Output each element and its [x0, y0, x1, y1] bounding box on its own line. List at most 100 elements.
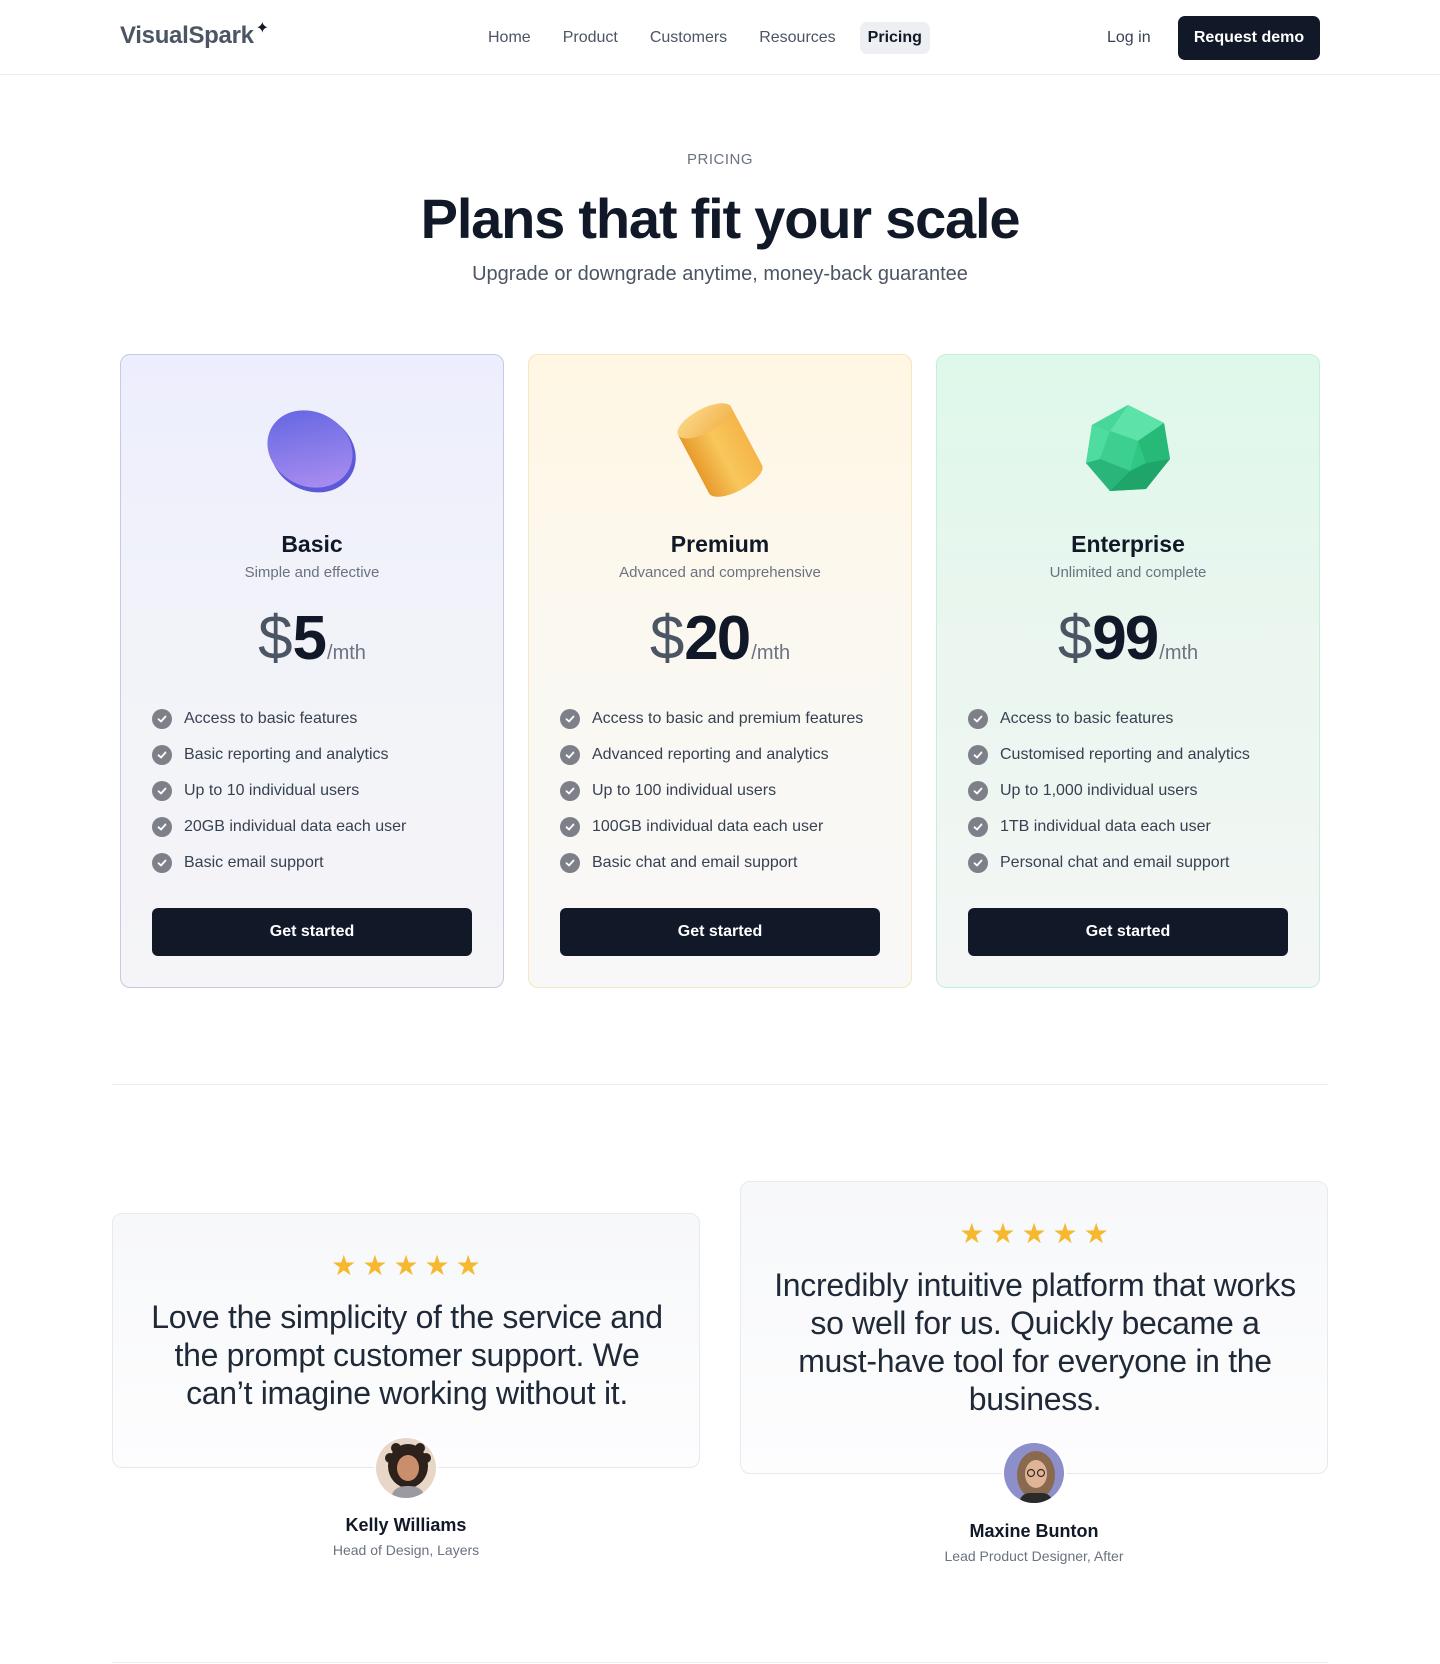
price-amount: 99 [1092, 604, 1159, 673]
login-link[interactable]: Log in [1107, 29, 1151, 47]
check-icon [152, 853, 172, 873]
get-started-button-enterprise[interactable]: Get started [968, 908, 1288, 956]
feature-item: 20GB individual data each user [152, 809, 406, 845]
feature-text: Access to basic features [1000, 710, 1174, 727]
price-period: /mth [327, 642, 366, 664]
get-started-button-premium[interactable]: Get started [560, 908, 880, 956]
plan-card-basic: Basic Simple and effective $ 5 /mth Acce… [120, 354, 504, 988]
section-divider [112, 1084, 1328, 1085]
testimonial-author-name: Kelly Williams [345, 1515, 467, 1535]
nav-links: Home Product Customers Resources Pricing [480, 22, 930, 54]
check-icon [560, 745, 580, 765]
feature-item: Up to 100 individual users [560, 773, 863, 809]
star-icon: ★ [959, 1218, 985, 1249]
page-title: Plans that fit your scale [420, 187, 1021, 250]
check-icon [560, 817, 580, 837]
feature-text: 100GB individual data each user [592, 818, 824, 835]
plan-price: $ 5 /mth [121, 603, 503, 674]
plan-name: Enterprise [1071, 531, 1185, 557]
feature-text: Basic reporting and analytics [184, 746, 389, 763]
star-icon: ★ [455, 1250, 481, 1281]
star-icon: ★ [331, 1250, 357, 1281]
avatar [1002, 1441, 1066, 1505]
feature-item: Access to basic features [152, 701, 406, 737]
feature-text: Customised reporting and analytics [1000, 746, 1250, 763]
star-icon: ★ [362, 1250, 388, 1281]
testimonial-card: ★ ★ ★ ★ ★ Incredibly intuitive platform … [740, 1181, 1328, 1474]
feature-item: Access to basic features [968, 701, 1250, 737]
check-icon [968, 781, 988, 801]
plan-tagline: Advanced and comprehensive [619, 564, 821, 581]
price-period: /mth [1159, 642, 1199, 664]
rating-stars: ★ ★ ★ ★ ★ [741, 1220, 1327, 1248]
logo-text: VisualSpark [120, 22, 254, 49]
testimonial-card: ★ ★ ★ ★ ★ Love the simplicity of the ser… [112, 1213, 700, 1468]
nav-link-pricing[interactable]: Pricing [859, 22, 930, 54]
plan-price: $ 99 /mth [937, 603, 1319, 674]
feature-text: 1TB individual data each user [1000, 818, 1211, 835]
check-icon [968, 817, 988, 837]
check-icon [152, 781, 172, 801]
rating-stars: ★ ★ ★ ★ ★ [113, 1252, 699, 1280]
check-icon [560, 709, 580, 729]
feature-item: Advanced reporting and analytics [560, 737, 863, 773]
price-currency: $ [649, 604, 685, 673]
disc-icon [264, 405, 360, 500]
feature-item: Basic email support [152, 845, 406, 881]
feature-text: Access to basic and premium features [592, 710, 864, 727]
nav-link-resources[interactable]: Resources [751, 22, 843, 54]
plan-name: Premium [670, 531, 770, 557]
feature-list: Access to basic and premium features Adv… [560, 701, 863, 881]
feature-text: Basic chat and email support [592, 854, 798, 871]
star-icon: ★ [1083, 1218, 1109, 1249]
check-icon [968, 745, 988, 765]
plan-tagline: Unlimited and complete [1049, 564, 1207, 581]
plan-price: $ 20 /mth [529, 603, 911, 674]
request-demo-button[interactable]: Request demo [1178, 16, 1320, 60]
feature-item: 1TB individual data each user [968, 809, 1250, 845]
check-icon [560, 781, 580, 801]
feature-item: 100GB individual data each user [560, 809, 863, 845]
feature-text: Up to 100 individual users [592, 782, 777, 799]
logo[interactable]: VisualSpark ✦ [120, 20, 269, 50]
gem-icon [1080, 401, 1176, 502]
feature-text: Access to basic features [184, 710, 358, 727]
avatar [374, 1436, 438, 1500]
nav-link-product[interactable]: Product [555, 22, 626, 54]
plan-card-enterprise: Enterprise Unlimited and complete $ 99 /… [936, 354, 1320, 988]
feature-item: Customised reporting and analytics [968, 737, 1250, 773]
feature-item: Access to basic and premium features [560, 701, 863, 737]
check-icon [560, 853, 580, 873]
star-icon: ★ [990, 1218, 1016, 1249]
nav-link-home[interactable]: Home [480, 22, 539, 54]
check-icon [152, 745, 172, 765]
check-icon [152, 709, 172, 729]
plan-tagline: Simple and effective [244, 564, 380, 581]
feature-text: Advanced reporting and analytics [592, 746, 829, 763]
section-eyebrow: PRICING [686, 151, 753, 168]
feature-list: Access to basic features Basic reporting… [152, 701, 406, 881]
feature-item: Basic reporting and analytics [152, 737, 406, 773]
feature-text: Basic email support [184, 854, 324, 871]
check-icon [152, 817, 172, 837]
price-amount: 5 [292, 604, 328, 673]
star-icon: ★ [1021, 1218, 1047, 1249]
plan-card-premium: Premium Advanced and comprehensive $ 20 … [528, 354, 912, 988]
testimonial-author-role: Head of Design, Layers [332, 1542, 480, 1558]
testimonial-author-role: Lead Product Designer, After [944, 1548, 1124, 1564]
section-divider [112, 1662, 1328, 1663]
price-currency: $ [1057, 604, 1093, 673]
top-navigation: VisualSpark ✦ Home Product Customers Reso… [0, 0, 1440, 75]
feature-text: 20GB individual data each user [184, 818, 407, 835]
sparkle-icon: ✦ [255, 20, 269, 37]
price-currency: $ [258, 604, 293, 673]
testimonial-quote: Love the simplicity of the service and t… [151, 1299, 663, 1411]
check-icon [968, 709, 988, 729]
feature-text: Personal chat and email support [1000, 854, 1230, 871]
nav-link-customers[interactable]: Customers [642, 22, 735, 54]
get-started-button-basic[interactable]: Get started [152, 908, 472, 956]
page-subtitle: Upgrade or downgrade anytime, money-back… [472, 263, 968, 285]
star-icon: ★ [393, 1250, 419, 1281]
star-icon: ★ [424, 1250, 450, 1281]
feature-list: Access to basic features Customised repo… [968, 701, 1250, 881]
